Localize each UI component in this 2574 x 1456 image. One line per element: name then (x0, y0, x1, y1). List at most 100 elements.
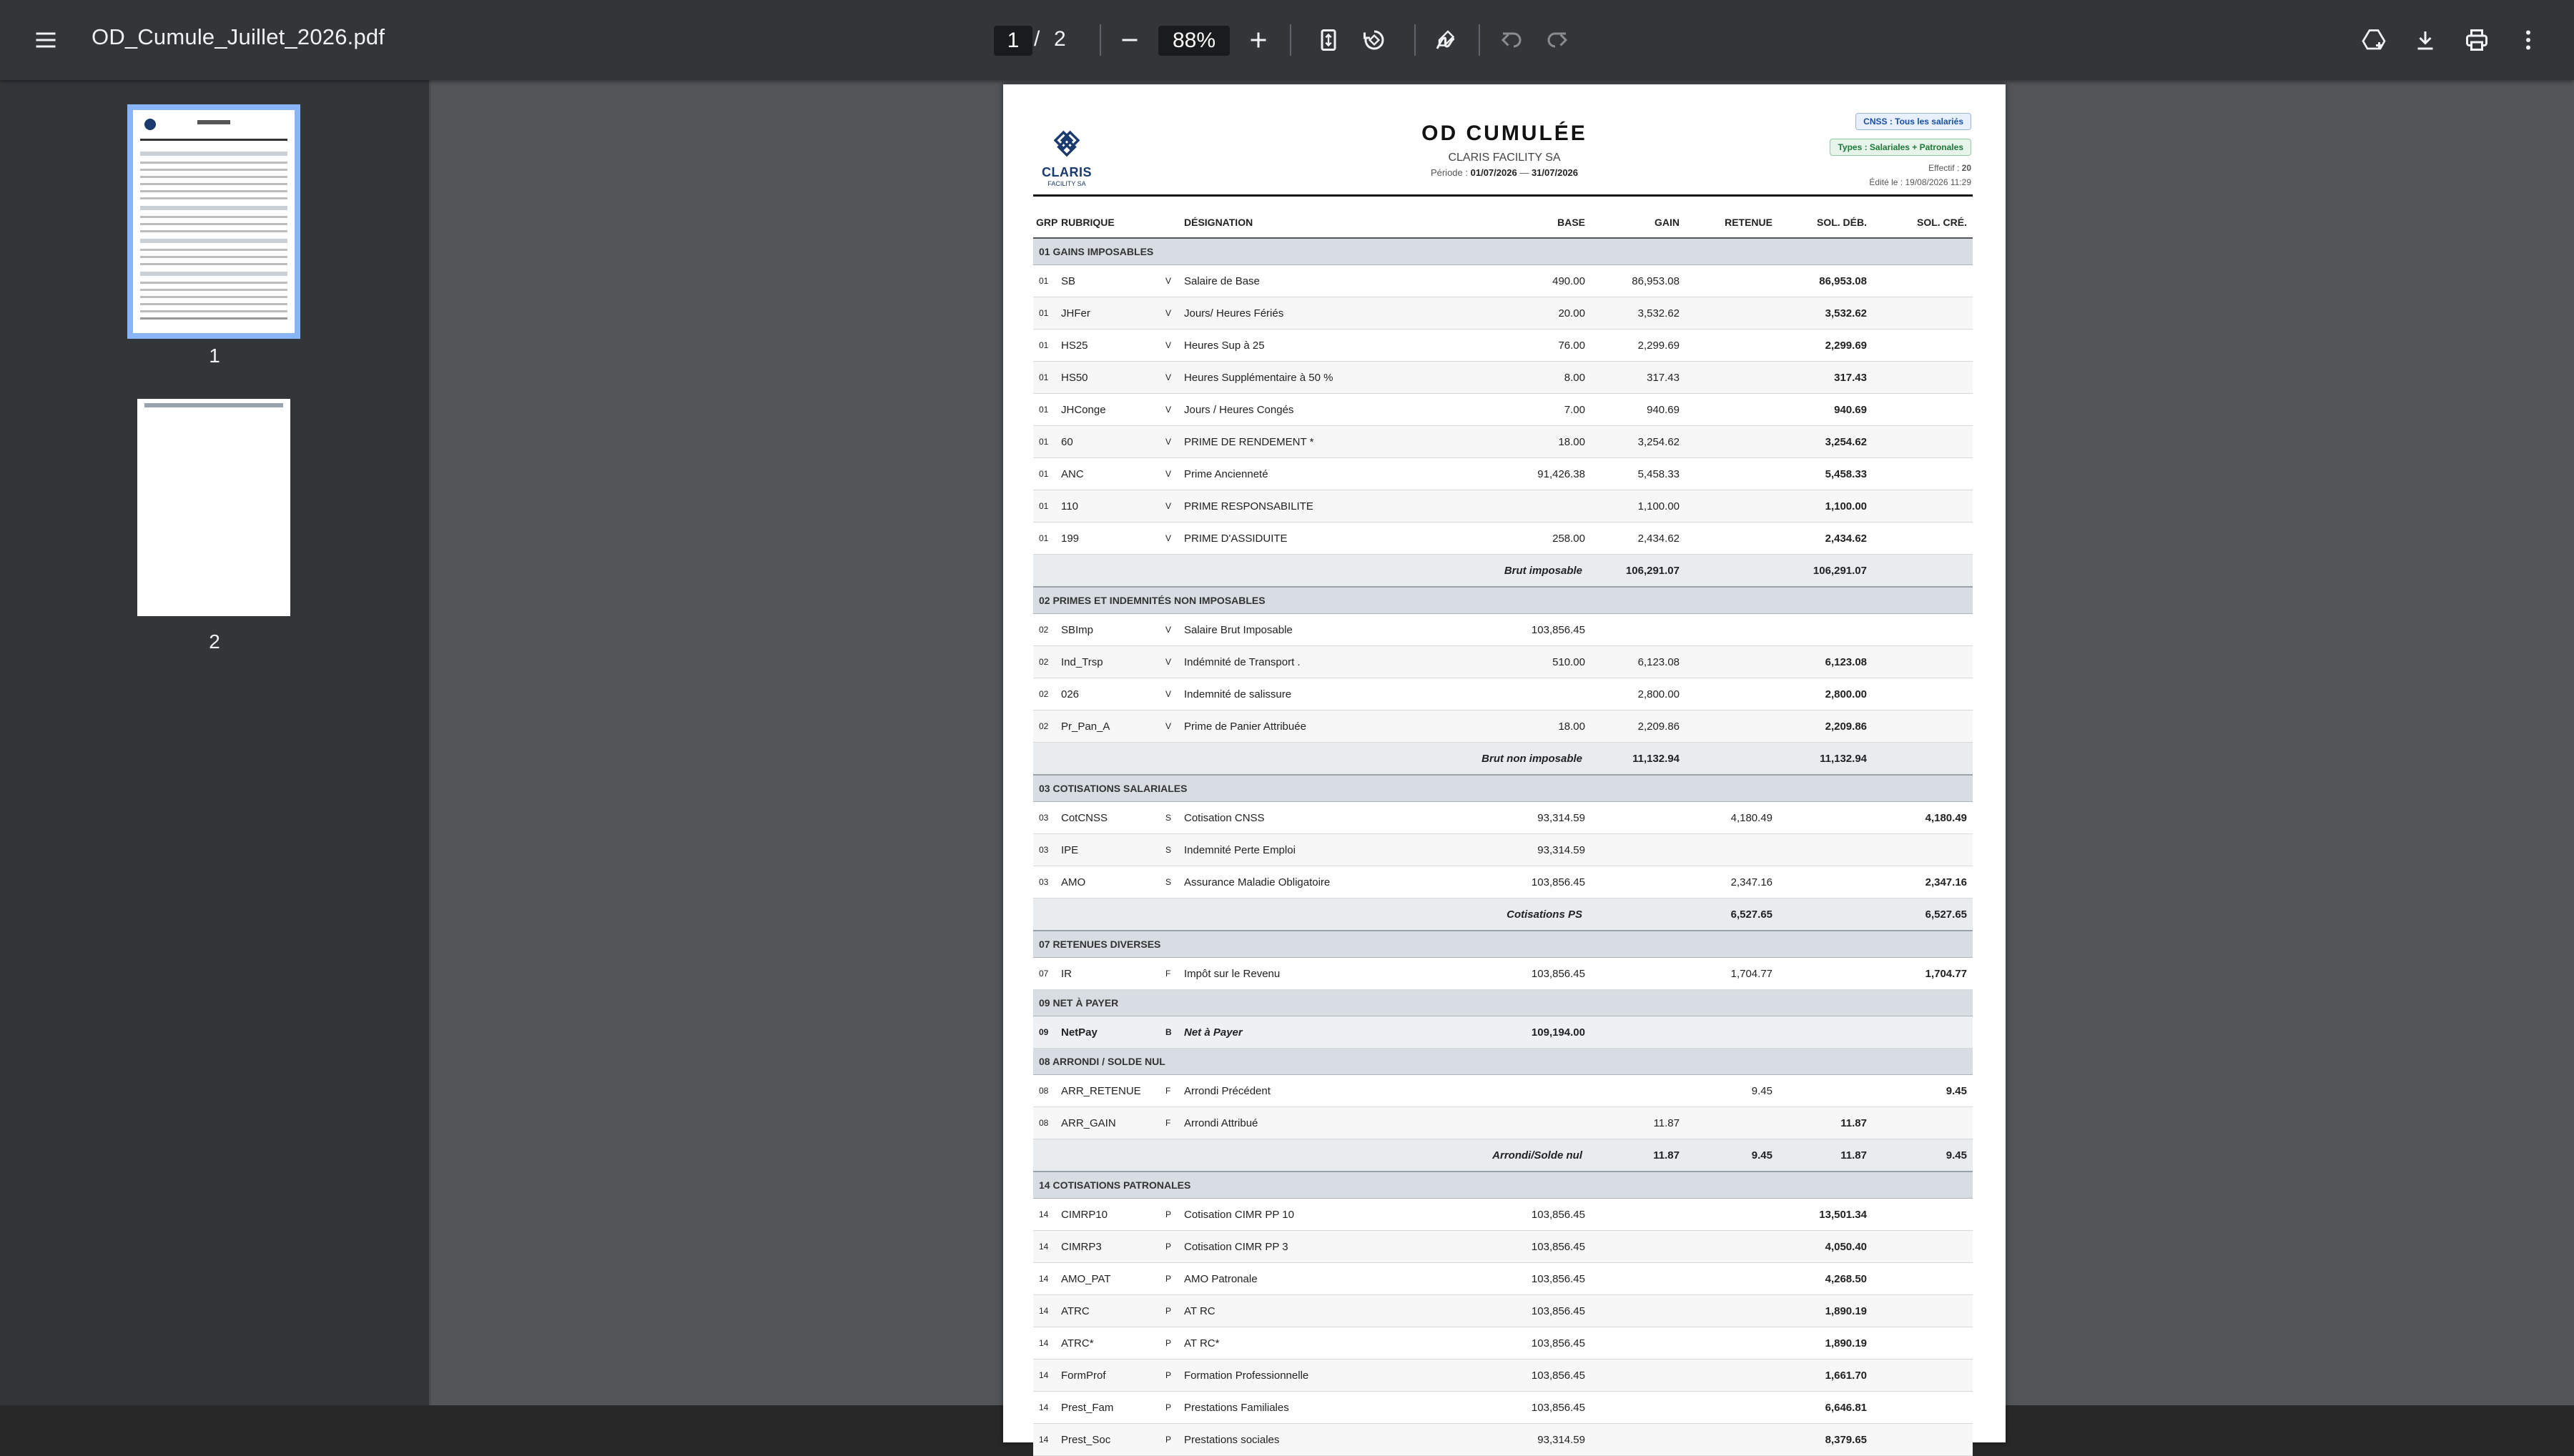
cell-grp: 08 (1033, 1074, 1060, 1107)
cell-type: S (1165, 833, 1183, 866)
drive-add-icon[interactable] (2351, 17, 2397, 63)
page-thumbnail-2[interactable] (137, 399, 290, 616)
undo-icon[interactable] (1489, 17, 1534, 63)
cell-rubrique: Ind_Trsp (1060, 645, 1165, 678)
cell-sol-cre (1873, 710, 1973, 743)
period-end: 31/07/2026 (1531, 167, 1579, 178)
rotate-icon[interactable] (1351, 17, 1397, 63)
cell-designation: Jours / Heures Congés (1183, 393, 1491, 426)
fit-page-icon[interactable] (1306, 17, 1351, 63)
cell-retenue (1685, 297, 1778, 330)
page-thumbnail-1[interactable] (127, 104, 300, 339)
table-row: 01 JHConge V Jours / Heures Congés 7.00 940.6… (1033, 393, 1973, 426)
cell-rubrique: ATRC (1060, 1294, 1165, 1327)
cell-grp: 02 (1033, 710, 1060, 743)
cell-designation: Prestations sociales (1183, 1423, 1491, 1456)
cell-sol-deb: 86,953.08 (1778, 264, 1873, 297)
cell-retenue (1685, 710, 1778, 743)
cell-sol-deb: 940.69 (1778, 393, 1873, 426)
cell-type: V (1165, 361, 1183, 394)
cell-grp: 14 (1033, 1294, 1060, 1327)
cell-base: 103,856.45 (1491, 1198, 1591, 1231)
cell-type: P (1165, 1294, 1183, 1327)
table-row: 14 CIMRP10 P Cotisation CIMR PP 10 103,856.4… (1033, 1198, 1973, 1231)
document-title: OD_Cumule_Juillet_2026.pdf (92, 24, 385, 49)
document-viewer[interactable]: CLARIS FACILITY SA OD CUMULÉE CLARIS FAC… (431, 80, 2574, 1456)
cell-type: V (1165, 329, 1183, 362)
cell-gain: 3,254.62 (1591, 425, 1685, 458)
cell-type: F (1165, 957, 1183, 990)
cell-sol-deb: 1,100.00 (1778, 490, 1873, 523)
table-row: 02 Pr_Pan_A V Prime de Panier Attribuée 18.0… (1033, 710, 1973, 743)
more-vert-icon[interactable] (2505, 17, 2551, 63)
col-header-grp: GRP (1033, 207, 1060, 239)
cell-designation: Arrondi Précédent (1183, 1074, 1491, 1107)
cell-grp: 01 (1033, 361, 1060, 394)
cell-designation: Jours/ Heures Fériés (1183, 297, 1491, 330)
cell-rubrique: HS25 (1060, 329, 1165, 362)
cell-grp: 14 (1033, 1423, 1060, 1456)
subtotal-sol-deb: 106,291.07 (1778, 554, 1873, 588)
cell-type: V (1165, 613, 1183, 646)
cell-sol-deb: 13,501.34 (1778, 1198, 1873, 1231)
toolbar-divider (1290, 24, 1291, 56)
print-icon[interactable] (2454, 17, 2500, 63)
zoom-level-input[interactable]: 88% (1158, 26, 1230, 56)
cell-designation: Indemnité Perte Emploi (1183, 833, 1491, 866)
cell-base: 8.00 (1491, 361, 1591, 394)
redo-icon[interactable] (1534, 17, 1580, 63)
cell-rubrique: CotCNSS (1060, 801, 1165, 834)
cell-sol-deb: 6,123.08 (1778, 645, 1873, 678)
table-row: 08 ARR_GAIN F Arrondi Attribué 11.87 11.87 (1033, 1106, 1973, 1139)
plus-icon[interactable] (1236, 17, 1281, 63)
table-header-row: GRP RUBRIQUE DÉSIGNATION BASE GAIN RETEN… (1033, 207, 1973, 239)
subtotal-label: Cotisations PS (1033, 898, 1591, 931)
table-row: 03 AMO S Assurance Maladie Obligatoire 103,8… (1033, 866, 1973, 898)
cell-type: V (1165, 678, 1183, 710)
subtotal-row: Cotisations PS 6,527.65 6,527.65 (1033, 898, 1973, 931)
cell-sol-cre (1873, 833, 1973, 866)
cell-sol-cre (1873, 613, 1973, 646)
cell-grp: 07 (1033, 957, 1060, 990)
cell-grp: 01 (1033, 264, 1060, 297)
thumbnail-label-1: 1 (209, 345, 220, 367)
cell-grp: 02 (1033, 613, 1060, 646)
section-header: 08 ARRONDI / SOLDE NUL (1033, 1048, 1973, 1075)
cell-grp: 03 (1033, 866, 1060, 898)
cell-base (1491, 1074, 1591, 1107)
minus-icon[interactable] (1107, 17, 1153, 63)
pdf-page: CLARIS FACILITY SA OD CUMULÉE CLARIS FAC… (1003, 84, 2006, 1456)
section-title: 02 PRIMES ET INDEMNITÉS NON IMPOSABLES (1033, 587, 1973, 614)
cell-gain: 3,532.62 (1591, 297, 1685, 330)
cell-designation: Assurance Maladie Obligatoire (1183, 866, 1491, 898)
pen-icon[interactable] (1423, 17, 1469, 63)
section-title: 14 COTISATIONS PATRONALES (1033, 1172, 1973, 1199)
cell-sol-deb: 1,890.19 (1778, 1294, 1873, 1327)
cell-gain (1591, 1016, 1685, 1049)
cell-rubrique: IR (1060, 957, 1165, 990)
cell-type: V (1165, 522, 1183, 555)
cell-grp: 14 (1033, 1198, 1060, 1231)
cell-sol-deb: 317.43 (1778, 361, 1873, 394)
cell-retenue (1685, 1230, 1778, 1263)
section-title: 09 NET À PAYER (1033, 989, 1973, 1016)
cell-rubrique: 199 (1060, 522, 1165, 555)
download-icon[interactable] (2402, 17, 2448, 63)
cell-grp: 02 (1033, 645, 1060, 678)
cell-grp: 14 (1033, 1262, 1060, 1295)
cell-base: 93,314.59 (1491, 833, 1591, 866)
cell-retenue (1685, 1016, 1778, 1049)
page-number-input[interactable]: 1 (994, 26, 1032, 56)
cell-grp: 01 (1033, 393, 1060, 426)
cell-type: V (1165, 457, 1183, 490)
cell-type: F (1165, 1074, 1183, 1107)
cell-sol-cre (1873, 329, 1973, 362)
cell-sol-deb: 8,379.65 (1778, 1423, 1873, 1456)
menu-icon[interactable] (23, 17, 69, 63)
subtotal-sol-cre: 6,527.65 (1873, 898, 1973, 931)
cell-base: 103,856.45 (1491, 613, 1591, 646)
headcount: Effectif : 20 (1928, 163, 1971, 173)
table-row: 01 110 V PRIME RESPONSABILITE 1,100.00 1,100.… (1033, 490, 1973, 523)
cell-rubrique: AMO_PAT (1060, 1262, 1165, 1295)
table-row: 14 FormProf P Formation Professionnelle 103,… (1033, 1359, 1973, 1392)
